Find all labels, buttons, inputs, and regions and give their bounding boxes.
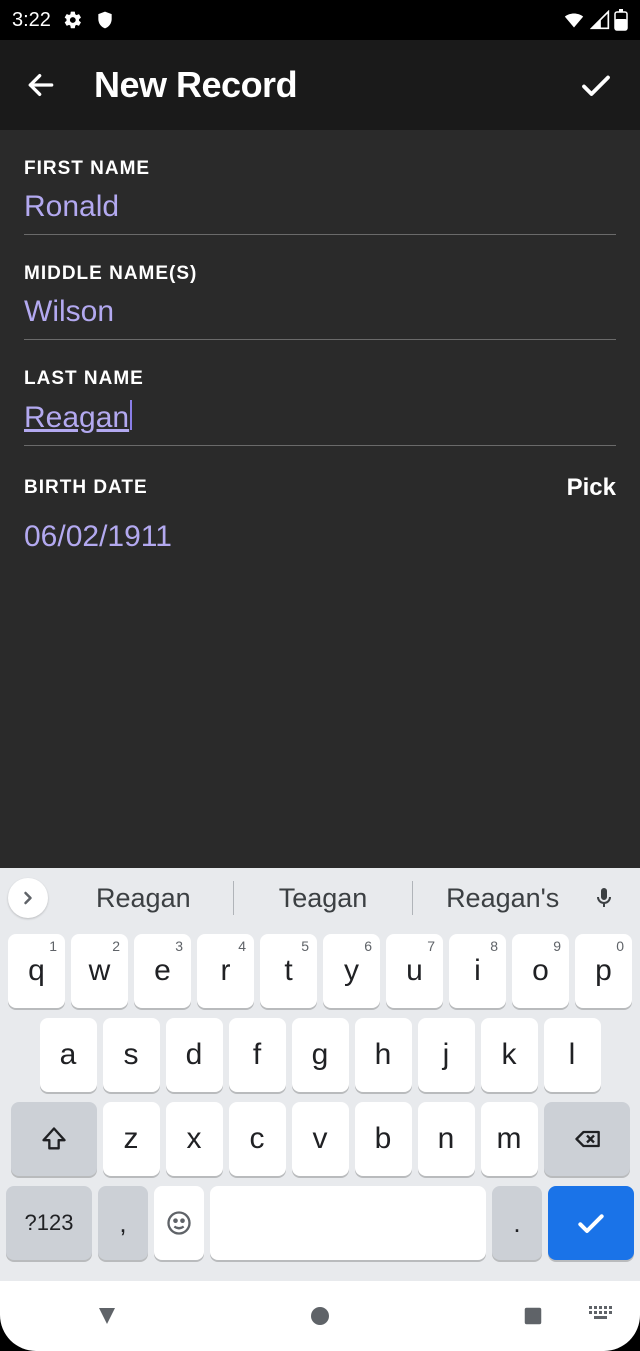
key-z[interactable]: z bbox=[103, 1102, 160, 1176]
confirm-button[interactable] bbox=[576, 65, 616, 105]
key-u[interactable]: u7 bbox=[386, 934, 443, 1008]
keyboard-row-2: a s d f g h j k l bbox=[6, 1018, 634, 1092]
page-title: New Record bbox=[94, 64, 576, 106]
key-d[interactable]: d bbox=[166, 1018, 223, 1092]
soft-keyboard: Reagan Teagan Reagan's q1 w2 e3 r4 t5 y6… bbox=[0, 868, 640, 1281]
battery-icon bbox=[614, 9, 628, 31]
last-name-input[interactable]: Reagan bbox=[24, 400, 616, 446]
suggestion-1[interactable]: Reagan bbox=[54, 883, 233, 914]
status-bar: 3:22 bbox=[0, 0, 640, 40]
shield-icon bbox=[95, 10, 115, 30]
key-g[interactable]: g bbox=[292, 1018, 349, 1092]
last-name-label: LAST NAME bbox=[24, 368, 144, 390]
form: FIRST NAME Ronald MIDDLE NAME(S) Wilson … bbox=[0, 130, 640, 868]
middle-names-input[interactable]: Wilson bbox=[24, 295, 616, 340]
suggestion-2[interactable]: Teagan bbox=[234, 883, 413, 914]
key-r[interactable]: r4 bbox=[197, 934, 254, 1008]
middle-names-label: MIDDLE NAME(S) bbox=[24, 263, 197, 285]
app-header: New Record bbox=[0, 40, 640, 130]
suggestion-3[interactable]: Reagan's bbox=[413, 883, 592, 914]
key-n[interactable]: n bbox=[418, 1102, 475, 1176]
key-m[interactable]: m bbox=[481, 1102, 538, 1176]
suggestion-bar: Reagan Teagan Reagan's bbox=[0, 868, 640, 928]
mic-button[interactable] bbox=[592, 884, 632, 912]
space-key[interactable] bbox=[210, 1186, 486, 1260]
key-c[interactable]: c bbox=[229, 1102, 286, 1176]
key-k[interactable]: k bbox=[481, 1018, 538, 1092]
key-j[interactable]: j bbox=[418, 1018, 475, 1092]
nav-recent-button[interactable] bbox=[513, 1296, 553, 1336]
key-i[interactable]: i8 bbox=[449, 934, 506, 1008]
keyboard-row-3: z x c v b n m bbox=[6, 1102, 634, 1176]
status-time: 3:22 bbox=[12, 9, 51, 32]
key-b[interactable]: b bbox=[355, 1102, 412, 1176]
birth-date-label: BIRTH DATE bbox=[24, 477, 148, 499]
birth-date-field: BIRTH DATE Pick 06/02/1911 bbox=[24, 474, 616, 554]
nav-back-button[interactable] bbox=[87, 1296, 127, 1336]
key-x[interactable]: x bbox=[166, 1102, 223, 1176]
first-name-label: FIRST NAME bbox=[24, 158, 150, 180]
period-key[interactable]: . bbox=[492, 1186, 542, 1260]
backspace-key[interactable] bbox=[544, 1102, 630, 1176]
signal-icon bbox=[590, 10, 610, 30]
enter-key[interactable] bbox=[548, 1186, 634, 1260]
key-h[interactable]: h bbox=[355, 1018, 412, 1092]
gear-icon bbox=[63, 10, 83, 30]
nav-home-button[interactable] bbox=[300, 1296, 340, 1336]
key-p[interactable]: p0 bbox=[575, 934, 632, 1008]
pick-button[interactable]: Pick bbox=[567, 474, 616, 502]
symbols-key[interactable]: ?123 bbox=[6, 1186, 92, 1260]
keyboard-row-1: q1 w2 e3 r4 t5 y6 u7 i8 o9 p0 bbox=[6, 934, 634, 1008]
key-w[interactable]: w2 bbox=[71, 934, 128, 1008]
birth-date-value[interactable]: 06/02/1911 bbox=[24, 520, 616, 554]
key-e[interactable]: e3 bbox=[134, 934, 191, 1008]
key-o[interactable]: o9 bbox=[512, 934, 569, 1008]
first-name-input[interactable]: Ronald bbox=[24, 190, 616, 235]
key-l[interactable]: l bbox=[544, 1018, 601, 1092]
text-cursor bbox=[130, 400, 132, 430]
emoji-key[interactable] bbox=[154, 1186, 204, 1260]
key-a[interactable]: a bbox=[40, 1018, 97, 1092]
expand-suggestions-button[interactable] bbox=[8, 878, 48, 918]
shift-key[interactable] bbox=[11, 1102, 97, 1176]
keyboard-row-4: ?123 , . bbox=[6, 1186, 634, 1260]
key-s[interactable]: s bbox=[103, 1018, 160, 1092]
key-y[interactable]: y6 bbox=[323, 934, 380, 1008]
key-v[interactable]: v bbox=[292, 1102, 349, 1176]
first-name-field: FIRST NAME Ronald bbox=[24, 158, 616, 235]
key-f[interactable]: f bbox=[229, 1018, 286, 1092]
key-q[interactable]: q1 bbox=[8, 934, 65, 1008]
system-nav-bar bbox=[0, 1281, 640, 1351]
middle-names-field: MIDDLE NAME(S) Wilson bbox=[24, 263, 616, 340]
back-button[interactable] bbox=[24, 68, 58, 102]
wifi-icon bbox=[562, 10, 586, 30]
nav-keyboard-switch-button[interactable] bbox=[582, 1296, 622, 1336]
comma-key[interactable]: , bbox=[98, 1186, 148, 1260]
key-t[interactable]: t5 bbox=[260, 934, 317, 1008]
last-name-field: LAST NAME Reagan bbox=[24, 368, 616, 446]
